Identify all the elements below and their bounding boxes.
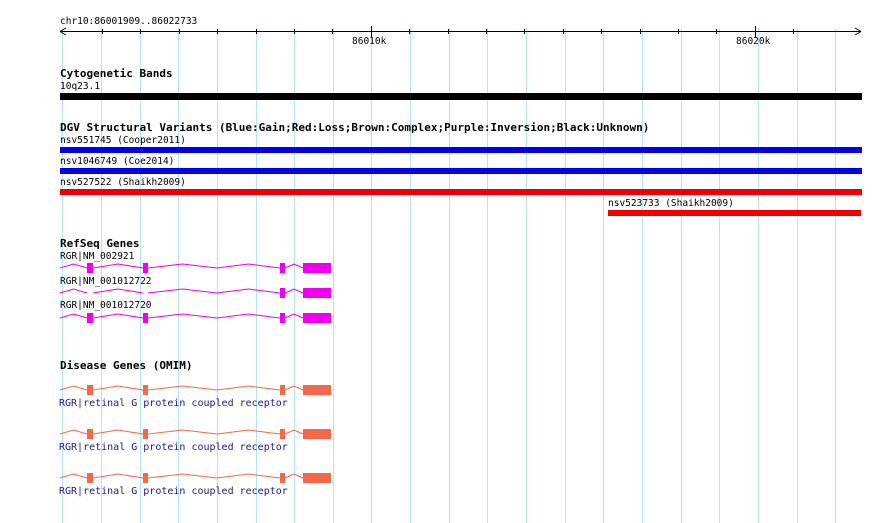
exon-block[interactable] (87, 263, 93, 273)
dgv-variant-label[interactable]: nsv523733 (Shaikh2009) (608, 198, 734, 209)
dgv-variant-bar[interactable] (60, 147, 862, 153)
dgv-variant-label[interactable]: nsv527522 (Shaikh2009) (60, 177, 186, 188)
exon-block[interactable] (280, 429, 285, 439)
exon-block[interactable] (143, 313, 148, 323)
dgv-variant-bar[interactable] (60, 189, 862, 195)
intron-connector (59, 263, 304, 269)
intron-connector (59, 313, 304, 319)
region-label: chr10:86001909..86022733 (60, 16, 198, 27)
dgv-variant-bar[interactable] (60, 168, 862, 174)
cytoband-label[interactable]: 10q23.1 (60, 81, 100, 92)
refseq-transcript-label[interactable]: RGR|NM_001012720 (60, 300, 152, 311)
intron-connector (59, 429, 304, 435)
exon-block[interactable] (303, 288, 331, 298)
refseq-track-title[interactable]: RefSeq Genes (60, 238, 139, 249)
exon-block[interactable] (303, 263, 331, 273)
exon-block[interactable] (87, 429, 93, 439)
omim-gene-label[interactable]: RGR|retinal G protein coupled receptor (59, 486, 288, 497)
tick-label-86010k: 86010k (352, 36, 387, 47)
exon-block[interactable] (303, 313, 331, 323)
dgv-track-title[interactable]: DGV Structural Variants (Blue:Gain;Red:L… (60, 122, 649, 133)
exon-block[interactable] (143, 429, 148, 439)
cytoband-bar[interactable] (60, 93, 862, 100)
exon-block[interactable] (280, 313, 285, 323)
dgv-variant-bar[interactable] (608, 210, 861, 216)
refseq-transcript-label[interactable]: RGR|NM_001012722 (60, 276, 152, 287)
omim-gene-label[interactable]: RGR|retinal G protein coupled receptor (59, 442, 288, 453)
exon-block[interactable] (303, 385, 331, 395)
dgv-variant-label[interactable]: nsv551745 (Cooper2011) (60, 135, 186, 146)
exon-block[interactable] (87, 313, 93, 323)
genome-browser-panel: chr10:86001909..86022733 86010k 86020k C… (0, 0, 890, 523)
cytoband-track-title[interactable]: Cytogenetic Bands (60, 68, 173, 79)
exon-block[interactable] (280, 385, 285, 395)
omim-track-title[interactable]: Disease Genes (OMIM) (60, 360, 192, 371)
exon-block[interactable] (303, 473, 331, 483)
refseq-transcript-label[interactable]: RGR|NM_002921 (60, 251, 134, 262)
exon-block[interactable] (303, 429, 331, 439)
exon-block[interactable] (143, 263, 148, 273)
exon-block[interactable] (143, 385, 148, 395)
omim-gene-label[interactable]: RGR|retinal G protein coupled receptor (59, 398, 288, 409)
dgv-variant-label[interactable]: nsv1046749 (Coe2014) (60, 156, 174, 167)
exon-block[interactable] (87, 385, 93, 395)
tick-label-86020k: 86020k (736, 36, 771, 47)
intron-connector (59, 473, 304, 479)
exon-block[interactable] (280, 473, 285, 483)
exon-block[interactable] (280, 263, 285, 273)
exon-block[interactable] (143, 473, 148, 483)
intron-connector (59, 385, 304, 391)
exon-block[interactable] (280, 288, 285, 298)
exon-block[interactable] (87, 473, 93, 483)
intron-connector (59, 288, 304, 294)
